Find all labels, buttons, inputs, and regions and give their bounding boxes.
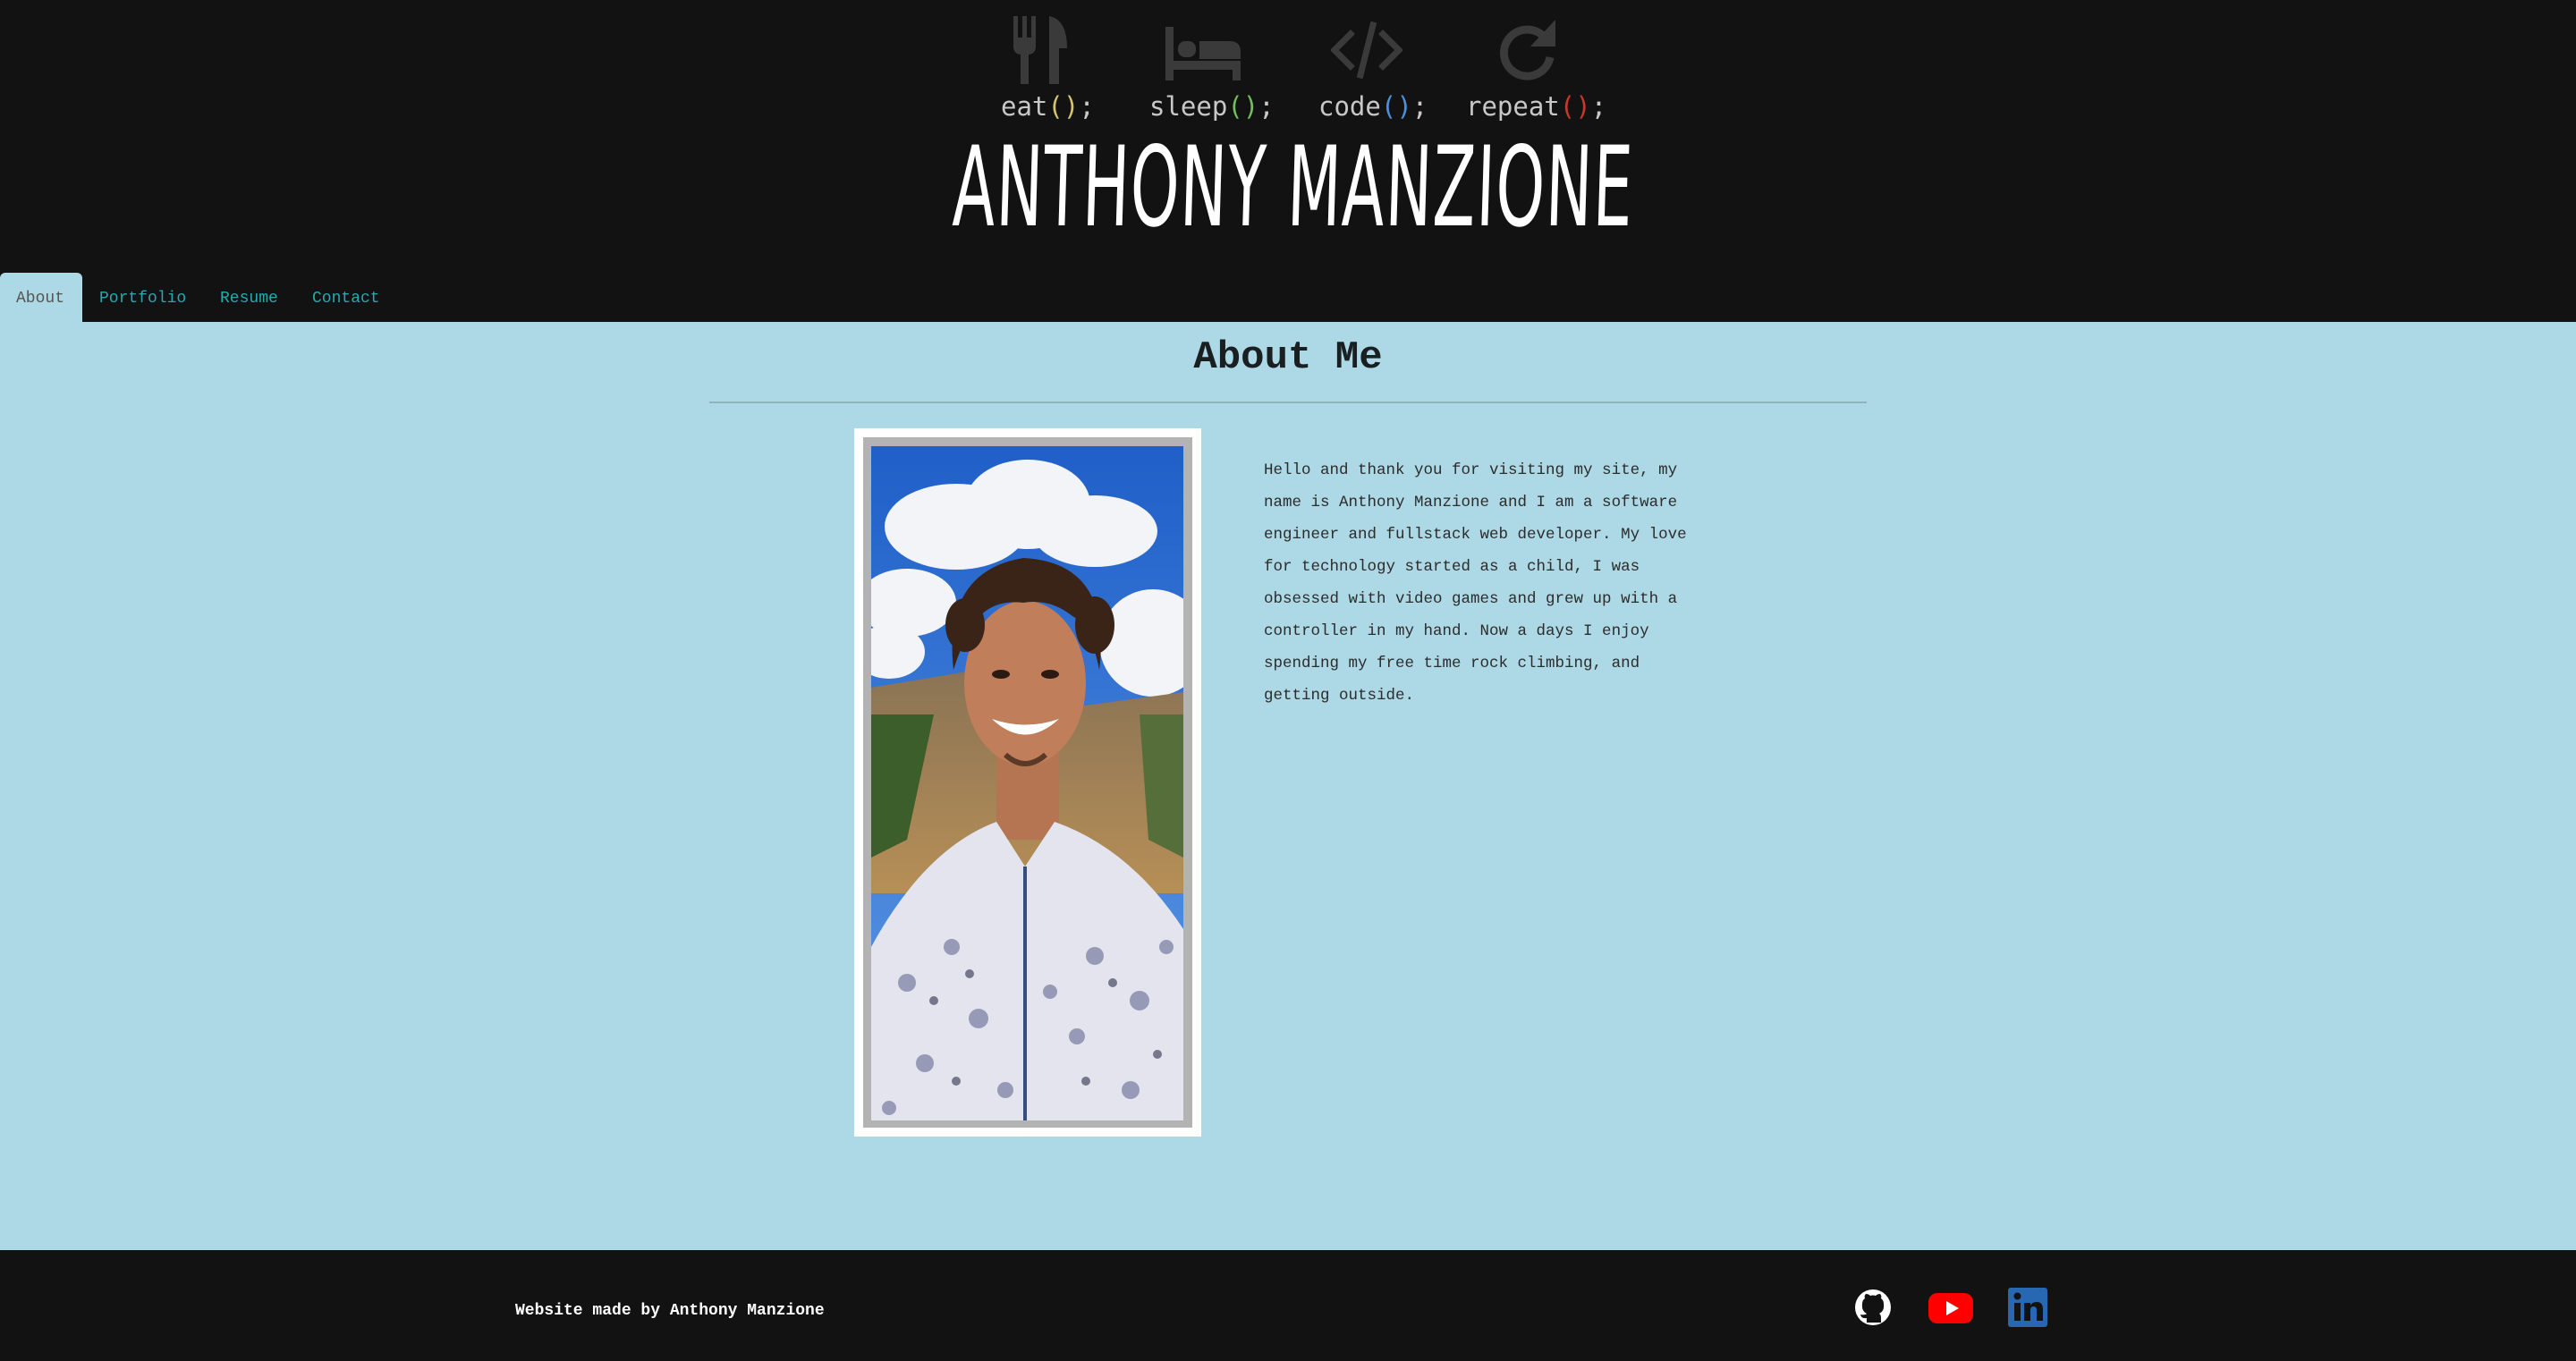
motto-eat: eat(); bbox=[1001, 91, 1095, 122]
site-title: ANTHONY MANZIONE bbox=[951, 123, 1636, 252]
redo-icon bbox=[1499, 20, 1555, 80]
code-icon bbox=[1331, 21, 1402, 80]
motto-sleep: sleep(); bbox=[1149, 91, 1275, 122]
motto-icons bbox=[0, 0, 2576, 98]
linkedin-icon[interactable] bbox=[2006, 1286, 2049, 1329]
youtube-icon[interactable] bbox=[1928, 1286, 1974, 1329]
profile-photo bbox=[871, 446, 1183, 1120]
motto-code: code(); bbox=[1318, 91, 1428, 122]
site-footer: Website made by Anthony Manzione bbox=[0, 1250, 2576, 1361]
site-header: eat(); sleep(); code(); repeat(); ANTHON… bbox=[0, 0, 2576, 322]
page-title: About Me bbox=[1193, 335, 1383, 380]
heading-divider bbox=[709, 402, 1867, 403]
tab-about[interactable]: About bbox=[0, 273, 82, 322]
profile-photo-frame bbox=[854, 428, 1201, 1137]
tab-contact[interactable]: Contact bbox=[296, 273, 396, 322]
utensils-icon bbox=[1013, 16, 1067, 84]
motto-repeat: repeat(); bbox=[1466, 91, 1607, 122]
bed-icon bbox=[1165, 27, 1241, 80]
footer-credit: Website made by Anthony Manzione bbox=[515, 1302, 825, 1320]
tab-portfolio[interactable]: Portfolio bbox=[83, 273, 202, 322]
github-icon[interactable] bbox=[1852, 1286, 1894, 1329]
bio-text: Hello and thank you for visiting my site… bbox=[1264, 461, 1687, 705]
tab-resume[interactable]: Resume bbox=[204, 273, 294, 322]
